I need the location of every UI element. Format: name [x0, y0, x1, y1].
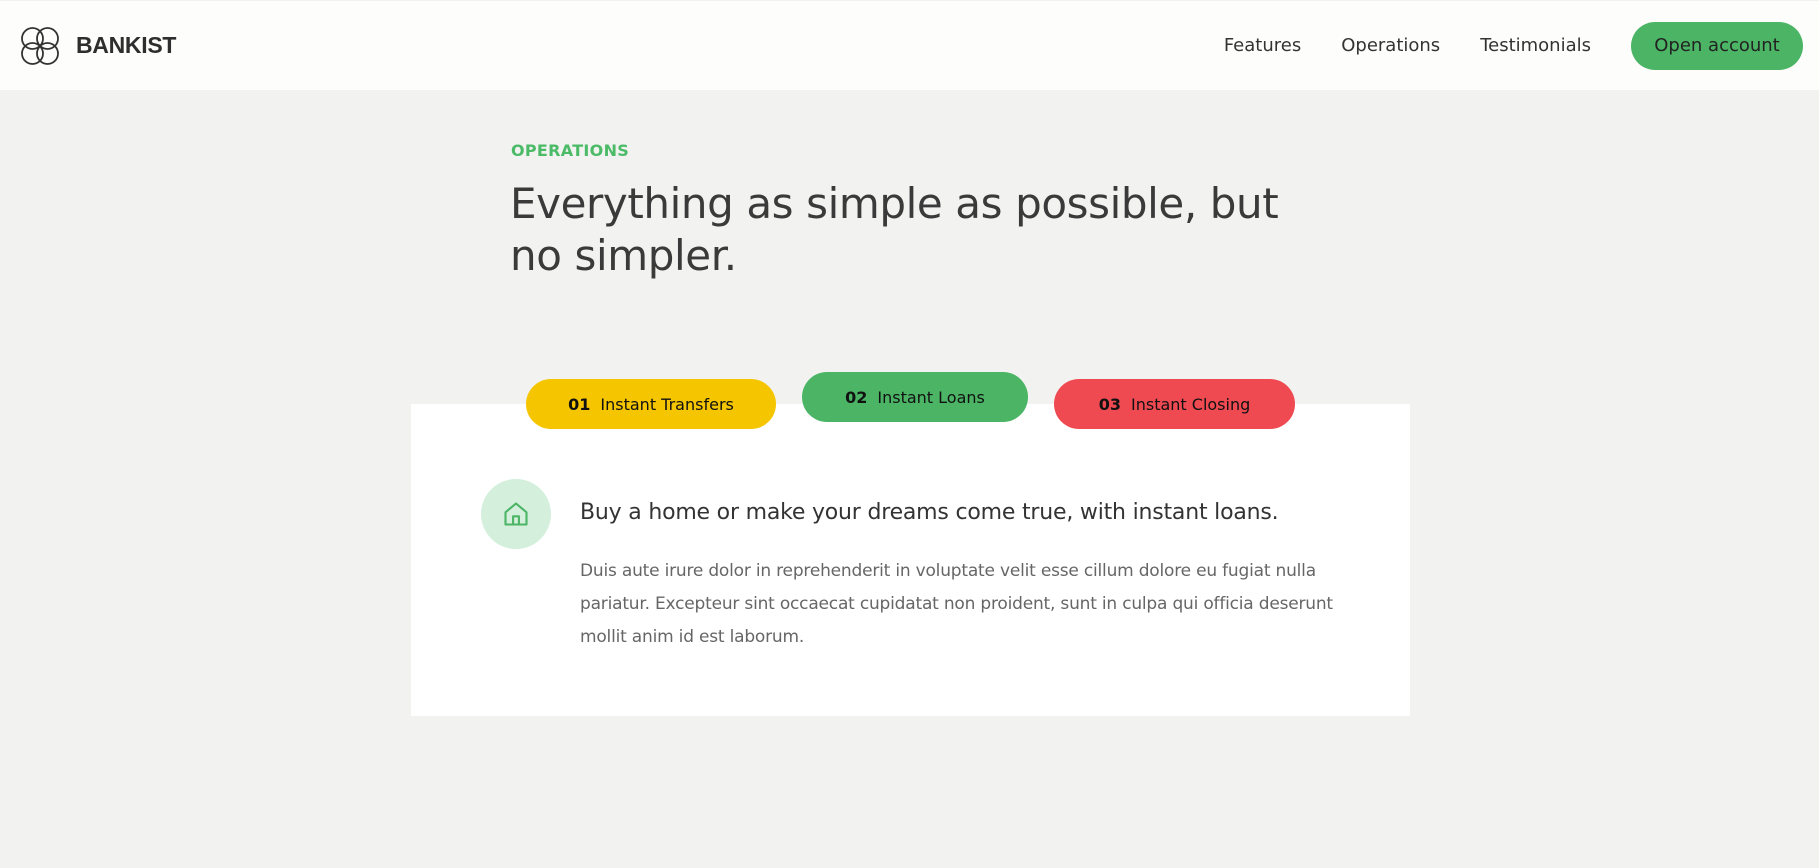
operation-icon-badge	[481, 479, 551, 549]
logo-rings-icon	[21, 26, 59, 65]
tab-number: 03	[1098, 394, 1121, 414]
section-tag: OPERATIONS	[511, 141, 630, 160]
nav-link-features[interactable]: Features	[1224, 35, 1301, 56]
nav-link-operations[interactable]: Operations	[1341, 35, 1440, 56]
tab-label: Instant Transfers	[600, 394, 734, 414]
operation-description: Duis aute irure dolor in reprehenderit i…	[580, 561, 1333, 647]
section-title: Everything as simple as possible, but no…	[510, 179, 1279, 280]
open-account-button[interactable]: Open account	[1631, 21, 1803, 70]
tab-number: 02	[845, 387, 868, 407]
tab-number: 01	[568, 394, 591, 414]
tab-instant-loans[interactable]: 02 Instant Loans	[802, 372, 1028, 422]
page: BANKIST Features Operations Testimonials…	[0, 0, 1819, 868]
tab-instant-transfers[interactable]: 01 Instant Transfers	[526, 379, 776, 429]
home-icon	[504, 502, 528, 526]
nav-links: Features Operations Testimonials Open ac…	[1224, 21, 1803, 70]
brand-name: BANKIST	[76, 32, 177, 58]
operation-heading: Buy a home or make your dreams come true…	[580, 500, 1279, 525]
logo[interactable]: BANKIST	[17, 23, 176, 69]
nav-link-testimonials[interactable]: Testimonials	[1480, 35, 1591, 56]
tab-instant-closing[interactable]: 03 Instant Closing	[1054, 379, 1295, 429]
tab-label: Instant Loans	[877, 387, 985, 407]
tab-label: Instant Closing	[1131, 394, 1251, 414]
navbar: BANKIST Features Operations Testimonials…	[0, 1, 1819, 90]
